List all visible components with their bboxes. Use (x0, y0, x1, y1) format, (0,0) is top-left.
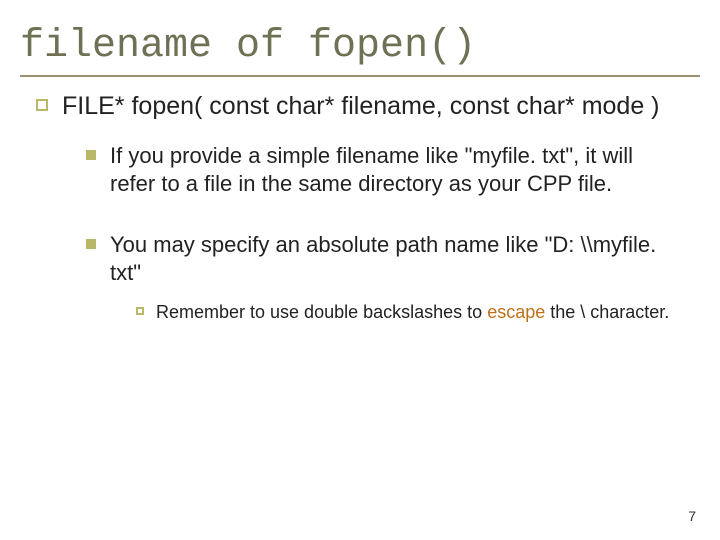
escape-note: Remember to use double backslashes to es… (156, 301, 669, 324)
spacer (0, 207, 720, 221)
escape-note-pre: Remember to use double backslashes to (156, 302, 487, 322)
escape-emph: escape (487, 302, 545, 322)
bullet-level3: Remember to use double backslashes to es… (0, 295, 720, 330)
slide-title: filename of fopen() (0, 0, 720, 75)
square-outline-small-icon (136, 307, 144, 315)
absolute-path-note: You may specify an absolute path name li… (110, 231, 680, 287)
square-outline-icon (36, 99, 48, 111)
bullet-level2: You may specify an absolute path name li… (0, 221, 720, 295)
bullet-level2: If you provide a simple filename like "m… (0, 132, 720, 206)
title-underline (20, 75, 700, 77)
simple-filename-note: If you provide a simple filename like "m… (110, 142, 680, 198)
square-filled-icon (86, 239, 96, 249)
square-filled-icon (86, 150, 96, 160)
bullet-level1: FILE* fopen( const char* filename, const… (0, 91, 720, 132)
signature-text: FILE* fopen( const char* filename, const… (62, 91, 660, 122)
escape-note-post: the \ character. (545, 302, 669, 322)
slide: filename of fopen() FILE* fopen( const c… (0, 0, 720, 540)
page-number: 7 (688, 508, 696, 524)
